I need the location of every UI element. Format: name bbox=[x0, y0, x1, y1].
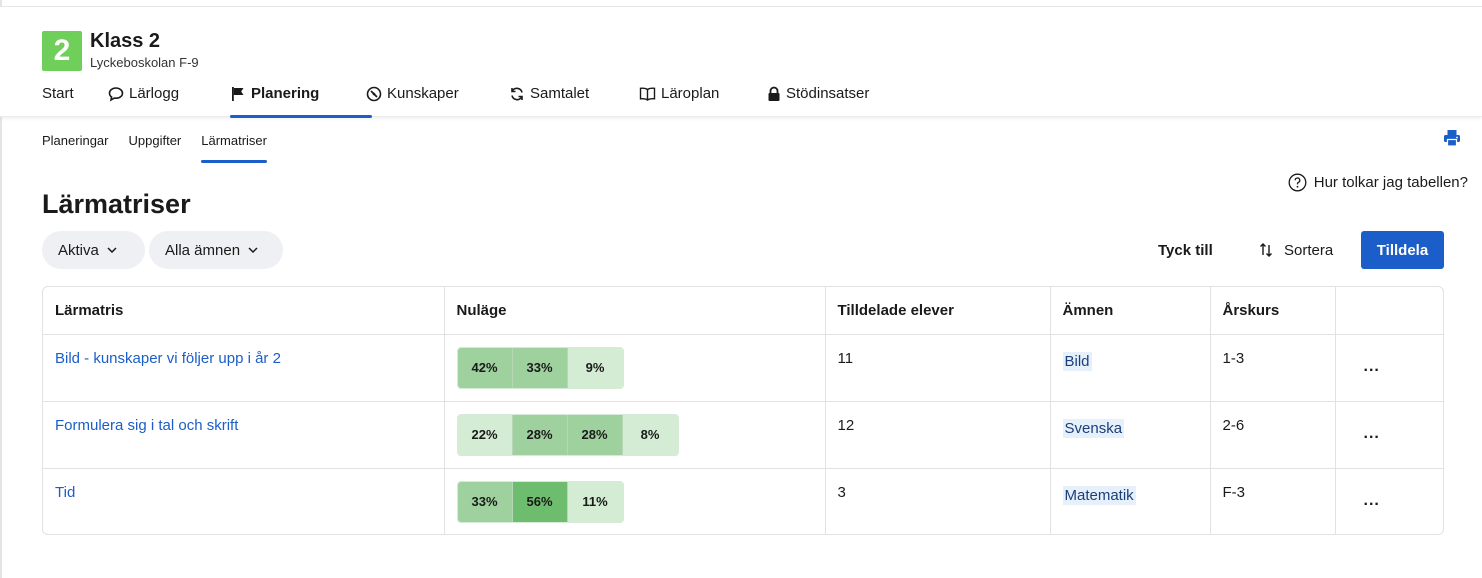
nav-kunskaper-label: Kunskaper bbox=[387, 85, 459, 102]
sort-button[interactable]: Sortera bbox=[1258, 231, 1333, 269]
compass-icon bbox=[366, 86, 382, 102]
column-header-assigned: Tilldelade elever bbox=[825, 287, 1051, 335]
nav-start[interactable]: Start bbox=[42, 83, 108, 117]
school-name: Lyckeboskolan F-9 bbox=[90, 55, 199, 70]
subject-filter-dropdown[interactable]: Alla ämnen bbox=[149, 231, 283, 269]
sort-button-label: Sortera bbox=[1284, 241, 1334, 259]
sort-arrows-icon bbox=[1260, 243, 1272, 257]
nav-samtalet[interactable]: Samtalet bbox=[509, 83, 639, 117]
progress-segment: 11% bbox=[567, 481, 623, 522]
progress-bar: 33% 56% 11% bbox=[456, 480, 624, 523]
nav-kunskaper[interactable]: Kunskaper bbox=[366, 83, 509, 117]
speech-bubble-icon bbox=[108, 87, 124, 102]
nav-stodinsatser[interactable]: Stödinsatser bbox=[767, 83, 887, 117]
table-row: Tid 33% 56% 11% 3 Matematik F-3 ... bbox=[43, 468, 1443, 534]
more-options-button[interactable]: ... bbox=[1364, 492, 1380, 510]
grade-range: F-3 bbox=[1210, 468, 1336, 534]
assigned-count: 12 bbox=[825, 401, 1051, 469]
subject-tag: Matematik bbox=[1062, 485, 1136, 505]
main-nav: Start Lärlogg Planering Kunskaper Samtal… bbox=[42, 83, 887, 118]
matrix-link[interactable]: Bild - kunskaper vi följer upp i år 2 bbox=[55, 350, 281, 367]
nav-planering-label: Planering bbox=[251, 85, 320, 102]
class-badge: 2 bbox=[42, 31, 82, 71]
lock-icon bbox=[768, 86, 780, 101]
table-row: Bild - kunskaper vi följer upp i år 2 42… bbox=[43, 334, 1443, 402]
column-header-grade: Årskurs bbox=[1210, 287, 1336, 335]
flag-icon bbox=[232, 87, 244, 101]
feedback-button[interactable]: Tyck till bbox=[1158, 231, 1213, 269]
page-title: Lärmatriser bbox=[42, 189, 191, 219]
progress-bar: 42% 33% 9% bbox=[456, 346, 624, 389]
more-options-button[interactable]: ... bbox=[1364, 358, 1380, 376]
class-title: Klass 2 bbox=[90, 30, 161, 52]
print-button[interactable] bbox=[1442, 128, 1462, 148]
assigned-count: 11 bbox=[825, 334, 1051, 402]
class-header: 2 Klass 2 Lyckeboskolan F-9 Start Lärlog… bbox=[0, 7, 1482, 118]
nav-laroplan[interactable]: Läroplan bbox=[639, 83, 767, 117]
progress-segment: 8% bbox=[622, 414, 678, 455]
printer-icon bbox=[1444, 130, 1460, 147]
table-header-row: Lärmatris Nuläge Tilldelade elever Ämnen… bbox=[43, 287, 1443, 335]
subject-tag: Svenska bbox=[1062, 418, 1125, 438]
column-header-subject: Ämnen bbox=[1050, 287, 1211, 335]
table-row: Formulera sig i tal och skrift 22% 28% 2… bbox=[43, 401, 1443, 469]
subject-tag: Bild bbox=[1062, 351, 1092, 371]
matrix-link[interactable]: Tid bbox=[55, 484, 75, 501]
subject-filter-label: Alla ämnen bbox=[165, 241, 241, 259]
progress-bar: 22% 28% 28% 8% bbox=[456, 413, 679, 456]
refresh-icon bbox=[511, 87, 523, 101]
subtab-uppgifter[interactable]: Uppgifter bbox=[129, 131, 182, 163]
grade-range: 1-3 bbox=[1210, 334, 1336, 402]
nav-larlogg-label: Lärlogg bbox=[129, 85, 180, 102]
feedback-button-label: Tyck till bbox=[1158, 241, 1213, 259]
nav-larlogg[interactable]: Lärlogg bbox=[108, 83, 230, 117]
progress-segment: 28% bbox=[567, 414, 623, 455]
chevron-down-icon bbox=[107, 247, 117, 253]
matrix-link[interactable]: Formulera sig i tal och skrift bbox=[55, 417, 238, 434]
progress-segment: 9% bbox=[567, 347, 623, 388]
matrix-table: Lärmatris Nuläge Tilldelade elever Ämnen… bbox=[42, 286, 1444, 535]
sub-nav: Planeringar Uppgifter Lärmatriser bbox=[42, 131, 287, 163]
more-options-button[interactable]: ... bbox=[1364, 425, 1380, 443]
help-link[interactable]: Hur tolkar jag tabellen? bbox=[1288, 173, 1468, 192]
assign-button[interactable]: Tilldela bbox=[1361, 231, 1444, 269]
column-header-actions bbox=[1335, 287, 1443, 335]
progress-segment: 33% bbox=[457, 481, 513, 522]
nav-stodinsatser-label: Stödinsatser bbox=[786, 85, 870, 102]
chevron-down-icon bbox=[248, 247, 258, 253]
subtab-planeringar[interactable]: Planeringar bbox=[42, 131, 109, 163]
progress-segment: 22% bbox=[457, 414, 513, 455]
column-header-status: Nuläge bbox=[444, 287, 826, 335]
progress-segment: 33% bbox=[512, 347, 568, 388]
progress-segment: 56% bbox=[512, 481, 568, 522]
question-circle-icon bbox=[1288, 173, 1307, 192]
progress-segment: 42% bbox=[457, 347, 513, 388]
nav-laroplan-label: Läroplan bbox=[661, 85, 720, 102]
status-filter-label: Aktiva bbox=[58, 241, 99, 259]
grade-range: 2-6 bbox=[1210, 401, 1336, 469]
help-link-label: Hur tolkar jag tabellen? bbox=[1313, 174, 1468, 191]
subtab-larmatriser[interactable]: Lärmatriser bbox=[201, 131, 267, 163]
assigned-count: 3 bbox=[825, 468, 1051, 534]
status-filter-dropdown[interactable]: Aktiva bbox=[42, 231, 145, 269]
column-header-name: Lärmatris bbox=[43, 287, 445, 335]
nav-start-label: Start bbox=[42, 85, 74, 102]
book-icon bbox=[639, 87, 656, 101]
nav-samtalet-label: Samtalet bbox=[530, 85, 590, 102]
progress-segment: 28% bbox=[512, 414, 568, 455]
nav-planering[interactable]: Planering bbox=[230, 83, 372, 118]
